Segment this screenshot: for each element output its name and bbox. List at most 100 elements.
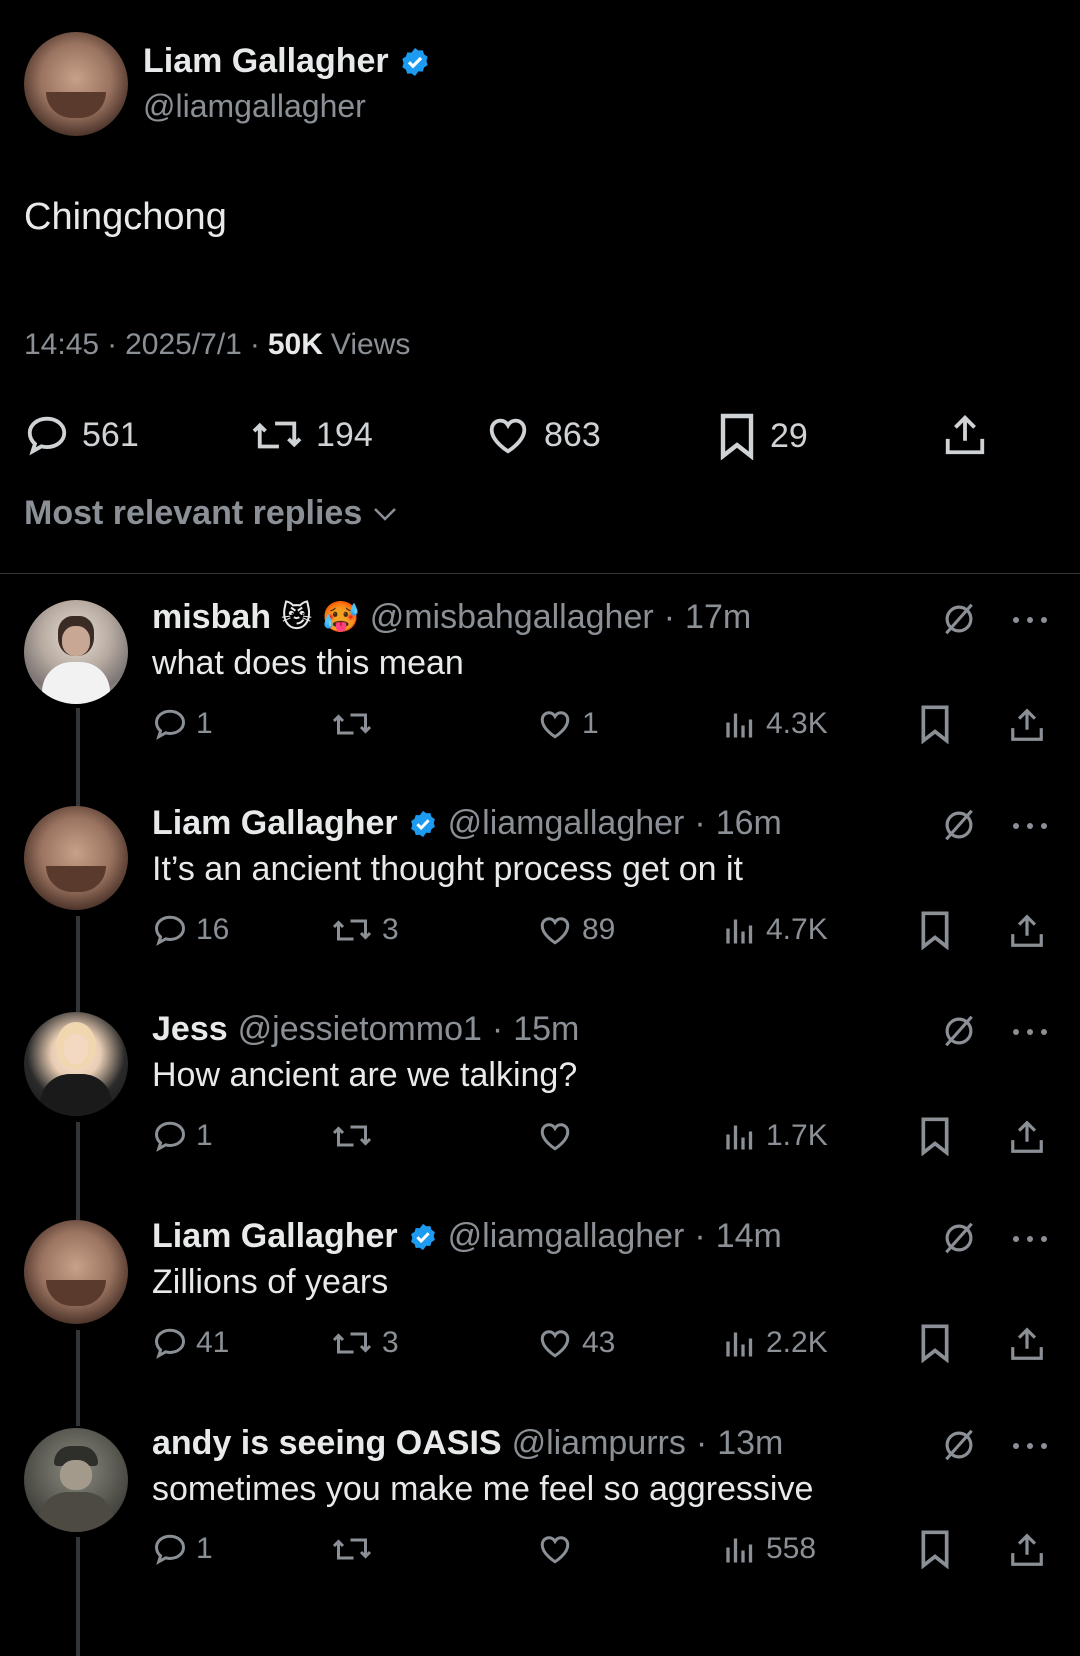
reply-icon	[152, 912, 188, 948]
retweet-button[interactable]	[330, 706, 374, 742]
divider	[0, 573, 1080, 574]
retweet-icon	[330, 1118, 374, 1154]
reply-avatar[interactable]	[24, 1012, 128, 1116]
share-button[interactable]	[1008, 912, 1046, 950]
reply-author-name[interactable]: misbah	[152, 598, 271, 637]
like-count: 89	[582, 913, 616, 946]
bookmark-button[interactable]	[918, 704, 952, 744]
share-button[interactable]	[1008, 1325, 1046, 1363]
retweet-button[interactable]: 194	[250, 412, 373, 458]
views-button[interactable]: 2.2K	[722, 1325, 828, 1361]
retweet-button[interactable]: 3	[330, 912, 399, 948]
sort-replies-dropdown[interactable]: Most relevant replies	[24, 494, 400, 533]
reply-button[interactable]: 1	[152, 1118, 213, 1154]
reply-avatar[interactable]	[24, 600, 128, 704]
chevron-down-icon	[374, 507, 397, 521]
reply-count: 16	[196, 913, 230, 946]
reply-text: How ancient are we talking?	[152, 1056, 578, 1094]
reply-handle[interactable]: @liamgallagher	[448, 804, 685, 843]
hot-face-emoji-icon: 🥵	[322, 601, 360, 634]
bookmark-button[interactable]	[918, 910, 952, 950]
reply-avatar[interactable]	[24, 1428, 128, 1532]
reply-button[interactable]: 561	[24, 412, 139, 458]
verified-badge-icon	[410, 1223, 435, 1250]
heart-icon	[536, 1325, 574, 1361]
like-button[interactable]	[536, 1118, 574, 1154]
reply-avatar[interactable]	[24, 806, 128, 910]
views-count: 4.3K	[766, 707, 828, 740]
reply-button[interactable]: 41	[152, 1325, 229, 1361]
more-options-icon[interactable]	[1010, 614, 1050, 626]
retweet-button[interactable]	[330, 1531, 374, 1567]
tweet-avatar[interactable]	[24, 32, 128, 136]
sort-label: Most relevant replies	[24, 494, 363, 532]
reply-avatar[interactable]	[24, 1220, 128, 1324]
grok-icon[interactable]	[940, 1012, 978, 1050]
reply-author-name[interactable]: Jess	[152, 1010, 228, 1049]
views-button[interactable]: 1.7K	[722, 1118, 828, 1154]
like-button[interactable]: 1	[536, 706, 599, 742]
bookmark-button[interactable]: 29	[716, 412, 808, 460]
more-options-icon[interactable]	[1010, 1026, 1050, 1038]
reply-icon	[152, 706, 188, 742]
retweet-icon	[330, 912, 374, 948]
reply-count: 1	[196, 1119, 213, 1152]
share-button[interactable]	[942, 412, 988, 458]
heart-icon	[536, 912, 574, 948]
retweet-button[interactable]	[330, 1118, 374, 1154]
reply-handle[interactable]: @misbahgallagher	[370, 598, 654, 637]
share-button[interactable]	[1008, 1531, 1046, 1569]
reply-author-name[interactable]: Liam Gallagher	[152, 804, 398, 843]
reply-button[interactable]: 16	[152, 912, 229, 948]
grok-icon[interactable]	[940, 600, 978, 638]
retweet-button[interactable]: 3	[330, 1325, 399, 1361]
share-button[interactable]	[1008, 1118, 1046, 1156]
reply-button[interactable]: 1	[152, 706, 213, 742]
like-button[interactable]: 89	[536, 912, 615, 948]
reply-author-name[interactable]: andy is seeing OASIS	[152, 1424, 502, 1463]
reply-header: Liam Gallagher @liamgallagher · 16m	[152, 804, 782, 843]
retweet-icon	[330, 1325, 374, 1361]
views-icon	[722, 1118, 758, 1154]
views-icon	[722, 912, 758, 948]
views-button[interactable]: 4.7K	[722, 912, 828, 948]
heart-icon	[536, 1118, 574, 1154]
like-button[interactable]	[536, 1531, 574, 1567]
reply-icon	[27, 416, 67, 456]
reply-header: andy is seeing OASIS @liampurrs · 13m	[152, 1424, 784, 1463]
author-handle[interactable]: @liamgallagher	[143, 88, 366, 125]
reply-time: 17m	[685, 598, 752, 636]
views-button[interactable]: 4.3K	[722, 706, 828, 742]
bookmark-button[interactable]	[918, 1323, 952, 1363]
reply-handle[interactable]: @liamgallagher	[448, 1217, 685, 1256]
like-button[interactable]: 43	[536, 1325, 615, 1361]
reply-text: It’s an ancient thought process get on i…	[152, 850, 743, 888]
bookmark-button[interactable]	[918, 1116, 952, 1156]
like-button[interactable]: 863	[484, 412, 601, 458]
views-count: 1.7K	[766, 1119, 828, 1152]
reply-count: 1	[196, 1532, 213, 1565]
reply-count: 1	[196, 707, 213, 740]
bookmark-button[interactable]	[918, 1529, 952, 1569]
thread-line	[76, 1537, 80, 1656]
reply-handle[interactable]: @jessietommo1	[238, 1010, 482, 1049]
grok-icon[interactable]	[940, 806, 978, 844]
more-options-icon[interactable]	[1010, 1440, 1050, 1452]
reply-text: sometimes you make me feel so aggressive	[152, 1470, 814, 1508]
reply-author-name[interactable]: Liam Gallagher	[152, 1217, 398, 1256]
tweet-meta: 14:45 · 2025/7/1 · 50K Views	[24, 328, 411, 361]
share-button[interactable]	[1008, 706, 1046, 744]
bookmark-icon	[720, 413, 754, 460]
thread-line	[76, 1330, 80, 1426]
more-options-icon[interactable]	[1010, 1233, 1050, 1245]
reply-handle[interactable]: @liampurrs	[512, 1424, 686, 1463]
reply-time: 15m	[513, 1010, 580, 1048]
more-options-icon[interactable]	[1010, 820, 1050, 832]
reply-button[interactable]: 1	[152, 1531, 213, 1567]
author-name[interactable]: Liam Gallagher	[143, 42, 389, 81]
like-count: 1	[582, 707, 599, 740]
grok-icon[interactable]	[940, 1219, 978, 1257]
views-button[interactable]: 558	[722, 1531, 816, 1567]
views-count: 2.2K	[766, 1326, 828, 1359]
grok-icon[interactable]	[940, 1426, 978, 1464]
